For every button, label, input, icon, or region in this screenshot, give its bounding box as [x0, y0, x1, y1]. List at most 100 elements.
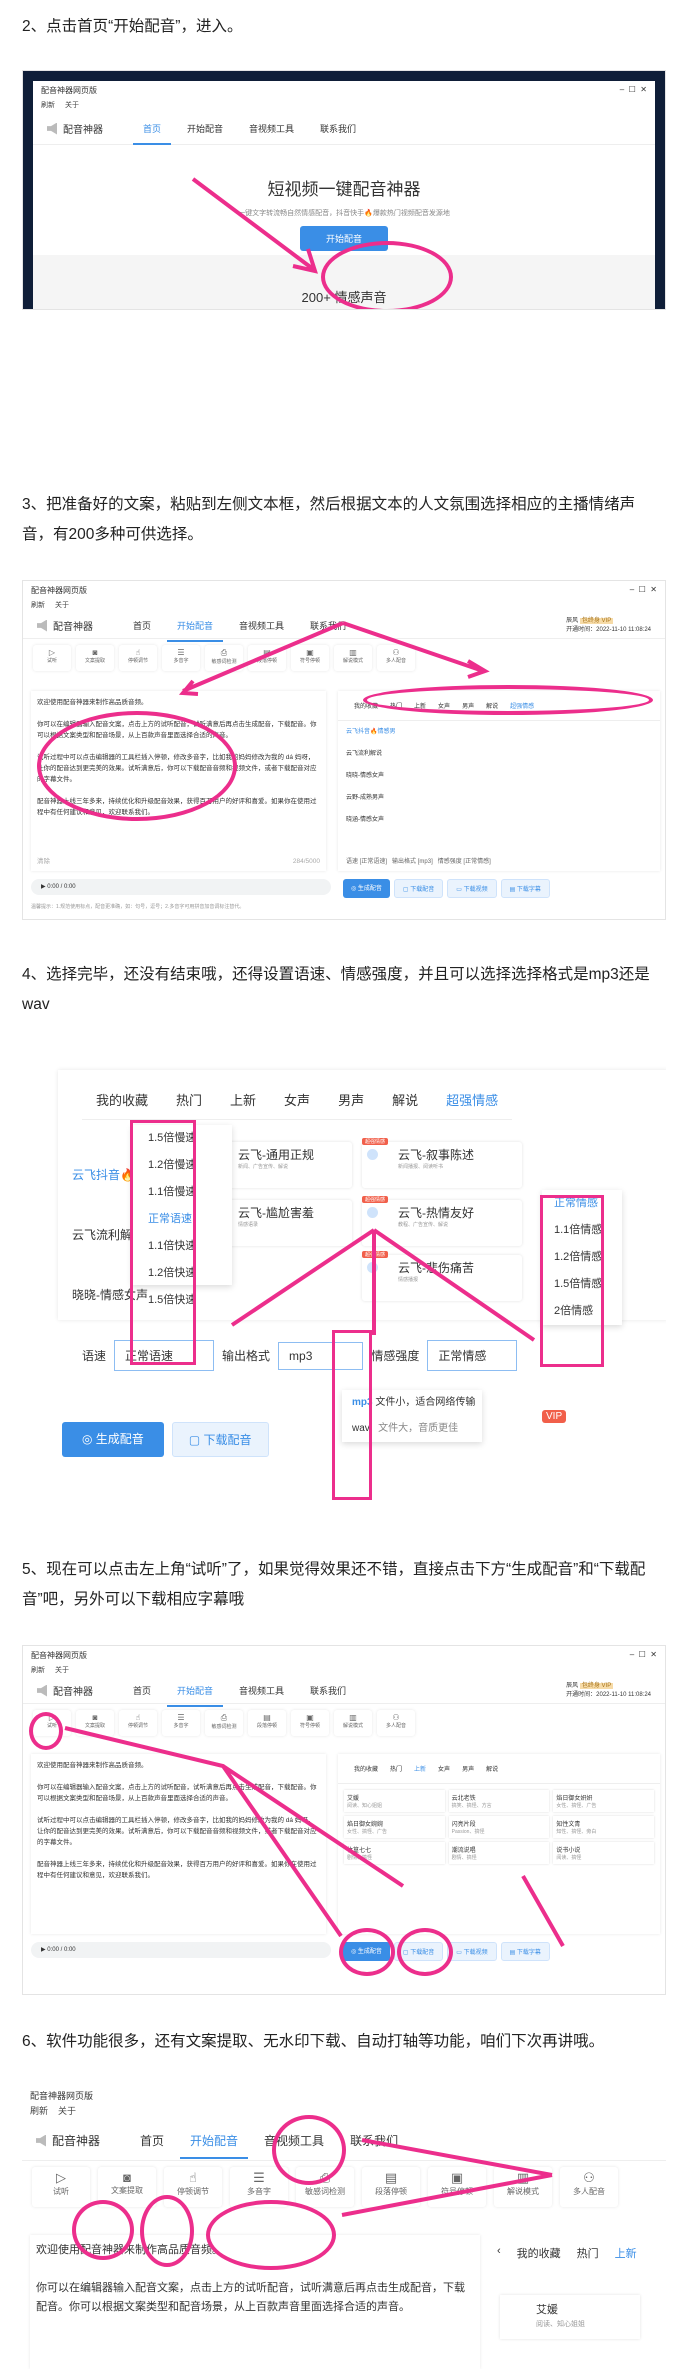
tool-symbol[interactable]: ▣ 符号停顿	[428, 2167, 486, 2207]
tool-preview[interactable]: ▷ 试听	[32, 2167, 90, 2207]
voice-card[interactable]: 焰日御女婉婉 女性、搞怪、广告	[344, 1816, 445, 1838]
tool-multi[interactable]: ⚇ 多人配音	[377, 645, 415, 671]
text-editor[interactable]: 欢迎使用配音神器来制作高品质音频。 你可以在编辑器输入配音文案，点击上方的试听配音…	[30, 2235, 480, 2369]
tab-av-tools[interactable]: 音视频工具	[239, 1674, 284, 1707]
voice-tabs[interactable]: 我的收藏 热门 上新 女声 男声 解说 超强情感	[338, 691, 660, 721]
settings-row[interactable]: 语速 [正常语速] 输出格式 [mp3] 情感强度 [正常情感]	[346, 856, 491, 865]
text-editor[interactable]: 欢迎使用配音神器来制作高品质音频。 你可以在编辑器输入配音文案，点击上方的试听配音…	[31, 1754, 326, 1934]
text-editor[interactable]: 欢迎使用配音神器来制作高品质音频。 你可以在编辑器输入配音文案，点击上方的试听配音…	[31, 691, 326, 871]
tab-home[interactable]: 首页	[140, 2122, 164, 2159]
tab-contact[interactable]: 联系我们	[320, 112, 356, 145]
emotion-select[interactable]: 正常情感	[427, 1340, 518, 1371]
speed-dropdown[interactable]: 1.5倍慢速 1.2倍慢速 1.1倍慢速 正常语速 1.1倍快速 1.2倍快速 1.5倍快速	[132, 1125, 232, 1306]
menu-refresh[interactable]: 刷新	[30, 2106, 48, 2116]
voice-card[interactable]: 艾媛 阅读、知心姐姐	[500, 2295, 640, 2339]
menu-refresh[interactable]: 刷新	[31, 1667, 45, 1674]
download-video-button[interactable]: ▭ 下载视频	[447, 879, 497, 898]
menu-about[interactable]: 关于	[65, 102, 79, 109]
tool-sensitive[interactable]: ⎙ 敏感词检测	[205, 1710, 243, 1736]
tool-narration[interactable]: ▥ 解说模式	[334, 645, 372, 671]
voice-card[interactable]: 闪亮片段 Passion、搞怪	[449, 1816, 550, 1838]
tool-paragraph[interactable]: ▤ 段落停顿	[248, 645, 286, 671]
tool-preview[interactable]: ▷ 试听	[33, 645, 71, 671]
download-audio-button[interactable]: ▢ 下载配音	[393, 879, 444, 898]
tab-contact[interactable]: 联系我们	[310, 609, 346, 642]
format-select[interactable]: mp3	[278, 1341, 364, 1370]
download-video-button[interactable]: ▭ 下载视频	[447, 1942, 497, 1961]
user-info[interactable]: 辰风 包终身 VIP 开通时间：2022-11-10 11:08:24	[566, 617, 651, 635]
format-dropdown[interactable]: mp3 文件小，适合网络传输 wav 文件大，音质更佳	[342, 1390, 482, 1442]
user-info[interactable]: 辰风 包终身 VIP 开通时间：2022-11-10 11:08:24	[566, 1682, 651, 1700]
tool-sensitive[interactable]: ⎙ 敏感词检测	[205, 645, 243, 671]
category-item[interactable]: 云野-成熟男声	[346, 787, 408, 809]
tool-narration[interactable]: ▥ 解说模式	[334, 1710, 372, 1736]
voice-tabs[interactable]: 我的收藏 热门 上新 女声 男声 解说	[338, 1754, 660, 1784]
tool-polyphone[interactable]: ☰ 多音字	[162, 1710, 200, 1736]
category-item[interactable]: 云飞抖音🔥情感男	[346, 721, 408, 743]
tool-extract[interactable]: ◙ 文案提取	[98, 2167, 156, 2207]
tab-av-tools[interactable]: 音视频工具	[249, 112, 294, 145]
voice-card[interactable]: 超强情感 云飞-热情友好 教程、广告宣传、解说	[362, 1196, 522, 1246]
tool-pause[interactable]: ☝ 停顿调节	[164, 2167, 222, 2207]
tab-av-tools[interactable]: 音视频工具	[239, 609, 284, 642]
audio-player[interactable]: ▶ 0:00 / 0:00	[31, 879, 331, 895]
menu-refresh[interactable]: 刷新	[41, 102, 55, 109]
category-item[interactable]: 晓涵-情感女声	[346, 809, 408, 831]
menu-about[interactable]: 关于	[55, 1667, 69, 1674]
download-subtitle-button[interactable]: ▤ 下载字幕	[500, 1942, 550, 1961]
tab-contact[interactable]: 联系我们	[350, 2122, 398, 2159]
tab-home[interactable]: 首页	[132, 112, 172, 145]
tab-av-tools[interactable]: 音视频工具	[264, 2122, 324, 2159]
tab-start-dubbing[interactable]: 开始配音	[167, 1674, 224, 1707]
voice-card[interactable]: 焰日御女妍妍 女性、搞怪、广告	[553, 1790, 654, 1812]
voice-card[interactable]: 知性文青 知性、搞怪、旁白	[553, 1816, 654, 1838]
tool-sensitive[interactable]: ⎙ 敏感词检测	[296, 2167, 354, 2207]
tool-paragraph[interactable]: ▤ 段落停顿	[362, 2167, 420, 2207]
voice-card[interactable]: 超强情感 云飞-叙事陈述 新闻播报、阅读听书	[362, 1138, 522, 1188]
menu-about[interactable]: 关于	[55, 602, 69, 609]
menu-refresh[interactable]: 刷新	[31, 602, 45, 609]
tool-pause[interactable]: ☝ 停顿调节	[119, 1710, 157, 1736]
tool-preview[interactable]: ▷ 试听	[33, 1710, 71, 1736]
tab-start-dubbing[interactable]: 开始配音	[167, 609, 224, 642]
generate-button[interactable]: ◎ 生成配音	[343, 879, 390, 898]
audio-player[interactable]: ▶ 0:00 / 0:00	[31, 1942, 331, 1958]
download-audio-button[interactable]: ▢ 下载配音	[393, 1942, 444, 1961]
speed-select[interactable]: 正常语速	[114, 1340, 215, 1371]
window-controls[interactable]: – ☐ ✕	[630, 585, 657, 595]
tool-polyphone[interactable]: ☰ 多音字	[162, 645, 200, 671]
tool-multi[interactable]: ⚇ 多人配音	[560, 2167, 618, 2207]
voice-card[interactable]: 云北老铁 搞笑、搞怪、方言	[449, 1790, 550, 1812]
tool-symbol[interactable]: ▣ 符号停顿	[291, 645, 329, 671]
start-dubbing-button[interactable]: 开始配音	[299, 226, 388, 251]
tab-start-dubbing[interactable]: 开始配音	[187, 112, 223, 145]
generate-button[interactable]: ◎ 生成配音	[343, 1942, 390, 1961]
voice-card[interactable]: 潮流说唱 剧情、搞怪	[449, 1842, 550, 1864]
voice-card[interactable]: 说书小说 阅读、搞怪	[553, 1842, 654, 1864]
clear-button[interactable]: 清除	[37, 856, 50, 867]
tab-contact[interactable]: 联系我们	[310, 1674, 346, 1707]
menu-about[interactable]: 关于	[58, 2106, 76, 2116]
category-item[interactable]: 云飞流利解说	[346, 743, 408, 765]
voice-tabs[interactable]: 我的收藏 热门 上新 女声 男声 解说 超强情感	[82, 1080, 513, 1120]
tab-home[interactable]: 首页	[133, 1674, 151, 1707]
voice-card[interactable]: 艾媛 阅读、知心姐姐	[344, 1790, 445, 1812]
voice-card[interactable]: 超强情感 云飞-悲伤痛苦 情感播报	[362, 1251, 522, 1301]
tool-multi[interactable]: ⚇ 多人配音	[377, 1710, 415, 1736]
download-subtitle-button[interactable]: ▤ 下载字幕	[500, 879, 550, 898]
tab-start-dubbing[interactable]: 开始配音	[180, 2122, 249, 2159]
download-audio-button[interactable]: ▢ 下载配音	[171, 1422, 269, 1457]
tool-pause[interactable]: ☝ 停顿调节	[119, 645, 157, 671]
tool-paragraph[interactable]: ▤ 段落停顿	[248, 1710, 286, 1736]
tool-polyphone[interactable]: ☰ 多音字	[230, 2167, 288, 2207]
voice-tabs[interactable]: ‹ 我的收藏 热门 上新	[497, 2245, 637, 2261]
tool-extract[interactable]: ◙ 文案提取	[76, 1710, 114, 1736]
window-controls[interactable]: – ☐ ✕	[630, 1650, 657, 1660]
tool-symbol[interactable]: ▣ 符号停顿	[291, 1710, 329, 1736]
tool-narration[interactable]: ▥ 解说模式	[494, 2167, 552, 2207]
tool-extract[interactable]: ◙ 文案提取	[76, 645, 114, 671]
generate-button[interactable]: ◎ 生成配音	[62, 1422, 164, 1457]
category-item[interactable]: 晓晓-情感女声	[346, 765, 408, 787]
tab-home[interactable]: 首页	[133, 609, 151, 642]
emotion-dropdown[interactable]: 正常情感 1.1倍情感 1.2倍情感 1.5倍情感 2倍情感	[542, 1190, 622, 1325]
